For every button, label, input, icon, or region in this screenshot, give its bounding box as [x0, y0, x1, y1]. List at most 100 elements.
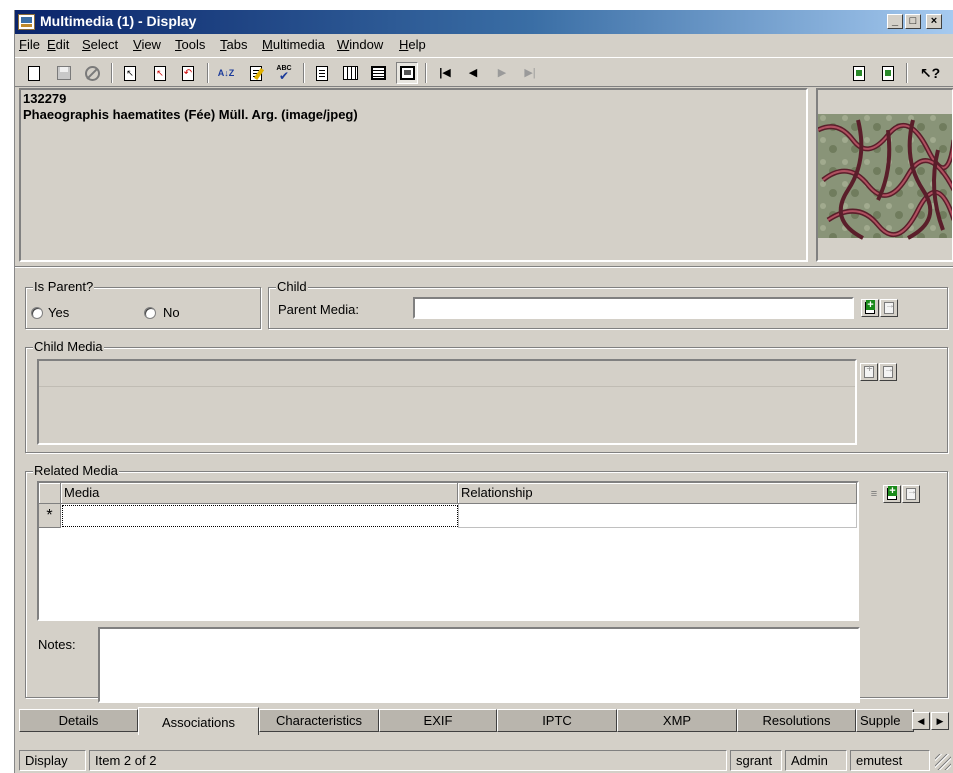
unselect-icon[interactable]: ↖ [149, 62, 171, 84]
record-summary-panel: 132279 Phaeographis haematites (Fée) Mül… [19, 88, 808, 262]
new-document-icon[interactable] [23, 62, 45, 84]
resize-grip-icon[interactable] [935, 754, 951, 770]
attach-icon [865, 300, 875, 314]
toolbar: ↖ ↖ ↶ A↓Z ABC ✔ |◀ ◀ ▶ ▶| ↖? [15, 57, 953, 87]
child-label: Child [276, 279, 308, 294]
previous-record-icon[interactable]: ◀ [462, 62, 484, 84]
is-parent-no-radio[interactable] [144, 307, 156, 319]
toolbar-separator [111, 63, 113, 83]
tab-resolutions[interactable]: Resolutions [737, 709, 856, 732]
grid-view-icon[interactable] [339, 62, 361, 84]
media-cell[interactable] [62, 505, 458, 527]
window-title: Multimedia (1) - Display [40, 13, 197, 29]
save-icon[interactable] [53, 62, 75, 84]
view-attached-icon [884, 301, 894, 314]
menu-window[interactable]: Window [337, 37, 383, 52]
tab-scroll-right-button[interactable]: ▶ [931, 712, 949, 730]
menu-view[interactable]: View [133, 37, 161, 52]
status-user: sgrant [730, 750, 782, 771]
paste-record-icon[interactable] [877, 62, 899, 84]
tab-scroll-left-button[interactable]: ◀ [912, 712, 930, 730]
parent-media-label: Parent Media: [278, 302, 359, 317]
new-row-marker: * [39, 504, 61, 528]
undo-select-icon[interactable]: ↶ [177, 62, 199, 84]
is-parent-yes-radio[interactable] [31, 307, 43, 319]
next-record-icon[interactable]: ▶ [491, 62, 513, 84]
tab-exif[interactable]: EXIF [379, 709, 497, 732]
record-irn: 132279 [23, 91, 67, 106]
menu-file[interactable]: File [19, 37, 40, 52]
menu-tools[interactable]: Tools [175, 37, 205, 52]
related-media-grid[interactable]: Media Relationship * [37, 481, 859, 621]
media-column-header[interactable]: Media [61, 483, 458, 504]
sort-icon[interactable]: A↓Z [215, 62, 237, 84]
related-media-view-button[interactable] [902, 485, 920, 503]
attach-icon [887, 486, 897, 500]
list-view-icon[interactable] [367, 62, 389, 84]
child-media-attach-button[interactable] [860, 363, 878, 381]
status-group: Admin [785, 750, 847, 771]
menu-tabs[interactable]: Tabs [220, 37, 247, 52]
child-media-group: Child Media [25, 340, 948, 453]
related-media-sort-button[interactable]: ≡ [865, 485, 883, 503]
parent-media-attach-button[interactable] [861, 299, 879, 317]
tab-associations[interactable]: Associations [138, 707, 259, 735]
notes-label: Notes: [38, 637, 76, 652]
spellcheck-icon[interactable]: ABC ✔ [273, 62, 295, 84]
parent-media-view-button[interactable] [880, 299, 898, 317]
view-attached-icon [906, 487, 916, 500]
image-view-icon[interactable] [396, 62, 418, 84]
copy-record-icon[interactable] [848, 62, 870, 84]
related-media-label: Related Media [33, 463, 119, 478]
tab-details[interactable]: Details [19, 709, 138, 732]
menu-help[interactable]: Help [399, 37, 426, 52]
tab-supplementary[interactable]: Supple [856, 709, 914, 732]
menu-select[interactable]: Select [82, 37, 118, 52]
first-record-icon[interactable]: |◀ [434, 62, 456, 84]
child-media-list[interactable] [37, 359, 857, 445]
child-media-label: Child Media [33, 339, 104, 354]
is-parent-yes-label: Yes [48, 305, 70, 320]
thumbnail-image [818, 114, 952, 240]
related-media-attach-button[interactable] [883, 485, 901, 503]
title-bar[interactable]: Multimedia (1) - Display _ □ × [15, 10, 953, 34]
menu-multimedia[interactable]: Multimedia [262, 37, 325, 52]
app-icon[interactable] [18, 14, 35, 30]
page-view-icon[interactable] [311, 62, 333, 84]
section-divider [15, 266, 953, 268]
toolbar-separator [906, 63, 908, 83]
cancel-icon[interactable] [81, 62, 103, 84]
last-record-icon[interactable]: ▶| [519, 62, 541, 84]
notes-field[interactable] [98, 627, 860, 703]
record-summary: Phaeographis haematites (Fée) Müll. Arg.… [23, 107, 358, 122]
parent-media-field[interactable] [413, 297, 854, 319]
toolbar-separator [207, 63, 209, 83]
select-icon[interactable]: ↖ [119, 62, 141, 84]
grid-row-header-corner [39, 483, 61, 504]
child-group: Child Parent Media: [268, 280, 948, 329]
is-parent-no-label: No [163, 305, 180, 320]
child-media-row-divider [39, 386, 855, 387]
toolbar-separator [303, 63, 305, 83]
edit-icon[interactable] [245, 62, 267, 84]
toolbar-separator [425, 63, 427, 83]
relationship-column-header[interactable]: Relationship [458, 483, 857, 504]
is-parent-group: Is Parent? Yes No [25, 280, 261, 329]
menu-edit[interactable]: Edit [47, 37, 69, 52]
relationship-cell[interactable] [458, 504, 857, 528]
menu-bar: File Edit Select View Tools Tabs Multime… [15, 34, 953, 56]
child-media-view-button[interactable] [879, 363, 897, 381]
tab-characteristics[interactable]: Characteristics [259, 709, 379, 732]
is-parent-label: Is Parent? [33, 279, 95, 294]
related-media-group: Related Media Media Relationship * ≡ Not… [25, 464, 948, 703]
multimedia-window: Multimedia (1) - Display _ □ × File Edit… [14, 10, 953, 773]
minimize-button[interactable]: _ [887, 14, 903, 29]
tab-xmp[interactable]: XMP [617, 709, 737, 732]
status-database: emutest [850, 750, 930, 771]
tab-iptc[interactable]: IPTC [497, 709, 617, 732]
close-button[interactable]: × [926, 14, 942, 29]
tab-strip: Details Associations Characteristics EXI… [15, 707, 953, 735]
maximize-button[interactable]: □ [905, 14, 921, 29]
media-thumbnail[interactable] [816, 88, 953, 262]
context-help-icon[interactable]: ↖? [919, 62, 941, 84]
